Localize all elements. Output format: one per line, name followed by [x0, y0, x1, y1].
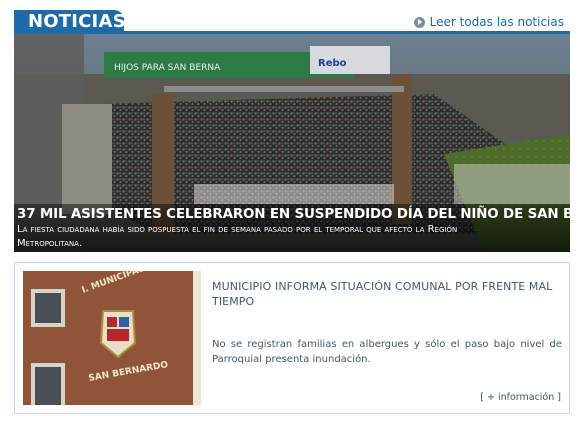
- section-title: NOTICIAS: [28, 11, 126, 32]
- municipality-building-photo: I. MUNICIPALIDAD SAN BERNARDO: [23, 271, 201, 405]
- read-all-label: Leer todas las noticias: [429, 15, 564, 29]
- featured-news-summary: La fiesta ciudadana había sido pospuesta…: [17, 224, 458, 249]
- truss: [164, 86, 404, 92]
- section-tab: NOTICIAS: [14, 10, 126, 34]
- more-info-link[interactable]: [ + información ]: [480, 392, 561, 403]
- featured-news[interactable]: HIJOS PARA SAN BERNA Rebo 37 MIL ASISTEN…: [14, 34, 570, 252]
- banner-text: HIJOS PARA SAN BERNA: [114, 63, 221, 73]
- news-card-body: No se registran familias en albergues y …: [212, 339, 562, 365]
- monument: [62, 104, 112, 214]
- news-section-header: NOTICIAS Leer todas las noticias: [14, 10, 570, 34]
- barrier: [194, 184, 394, 204]
- news-card: I. MUNICIPALIDAD SAN BERNARDO MUNICIPIO …: [14, 262, 570, 414]
- fence: [454, 164, 570, 204]
- news-card-image[interactable]: I. MUNICIPALIDAD SAN BERNARDO: [23, 271, 201, 405]
- sponsor-text: Rebo: [318, 58, 347, 69]
- circle-arrow-icon: [413, 16, 425, 28]
- news-card-title[interactable]: MUNICIPIO INFORMA SITUACIÓN COMUNAL POR …: [212, 279, 562, 309]
- read-all-news-link[interactable]: Leer todas las noticias: [413, 15, 564, 29]
- featured-news-title[interactable]: 37 MIL ASISTENTES CELEBRARON EN SUSPENDI…: [17, 206, 570, 222]
- stage-tower-right: [392, 74, 412, 224]
